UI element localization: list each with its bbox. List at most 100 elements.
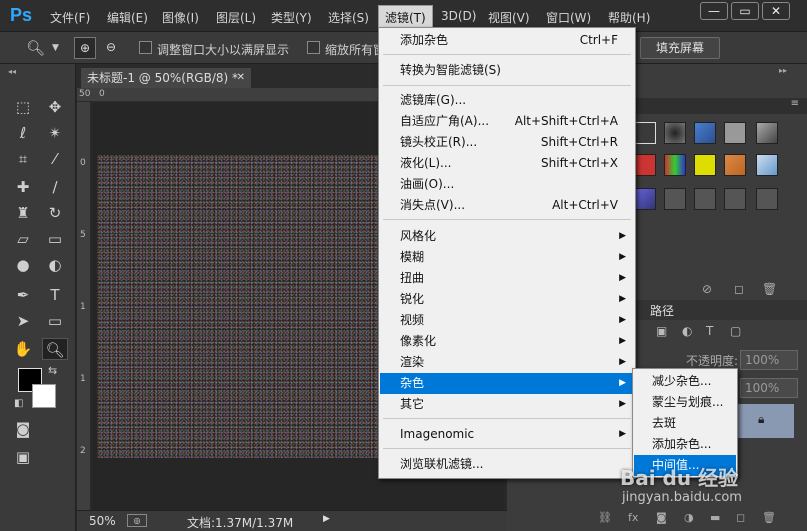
path-selection-tool-icon[interactable]: ➤ <box>10 310 36 332</box>
rectangle-tool-icon[interactable]: ▭ <box>42 310 68 332</box>
menu-layer[interactable]: 图层(L) <box>216 9 256 26</box>
status-preview-icon[interactable]: ◎ <box>127 514 147 527</box>
eyedropper-tool-icon[interactable]: ⁄ <box>42 148 68 170</box>
zoom-tool-selected-icon[interactable]: 🔍︎ <box>42 338 68 360</box>
expand-icon[interactable]: ▸▸ <box>779 66 787 75</box>
minimize-button[interactable]: — <box>700 2 728 20</box>
restore-button[interactable]: ▭ <box>731 2 759 20</box>
filter-imagenomic[interactable]: Imagenomic ▶ <box>380 424 634 445</box>
menu-view[interactable]: 视图(V) <box>488 9 530 26</box>
menu-3d[interactable]: 3D(D) <box>441 9 476 23</box>
gradient-tool-icon[interactable]: ▭ <box>42 228 68 250</box>
style-swatch[interactable] <box>756 154 778 176</box>
zoom-tool-icon[interactable]: 🔍︎ <box>26 39 45 57</box>
clone-stamp-tool-icon[interactable]: ♜ <box>10 202 36 224</box>
filter-video[interactable]: 视频 ▶ <box>380 310 634 331</box>
style-swatch[interactable] <box>756 122 778 144</box>
filter-last-add-noise[interactable]: 添加杂色 Ctrl+F <box>380 30 634 51</box>
healing-brush-tool-icon[interactable]: ✚ <box>10 176 36 198</box>
style-swatch[interactable] <box>634 122 656 144</box>
no-style-icon[interactable]: ⊘ <box>702 282 712 296</box>
filter-type-icon[interactable]: T <box>706 324 713 338</box>
filter-image-icon[interactable]: ▣ <box>656 324 667 338</box>
style-swatch[interactable] <box>756 188 778 210</box>
collapse-icon[interactable]: ◂◂ <box>8 67 16 76</box>
style-swatch[interactable] <box>724 154 746 176</box>
filter-distort[interactable]: 扭曲 ▶ <box>380 268 634 289</box>
pen-tool-icon[interactable]: ✒ <box>10 284 36 306</box>
new-group-icon[interactable]: ▬ <box>710 511 720 524</box>
menu-select[interactable]: 选择(S) <box>328 9 369 26</box>
zoom-all-checkbox[interactable] <box>307 41 320 54</box>
menu-file[interactable]: 文件(F) <box>50 9 90 26</box>
style-swatch[interactable] <box>664 188 686 210</box>
brush-tool-icon[interactable]: ∕ <box>42 176 68 198</box>
default-colors-icon[interactable]: ◧ <box>14 398 23 409</box>
dodge-tool-icon[interactable]: ◐ <box>42 254 68 276</box>
screen-mode-icon[interactable]: ▣ <box>10 446 36 468</box>
style-swatch[interactable] <box>634 154 656 176</box>
menu-window[interactable]: 窗口(W) <box>546 9 591 26</box>
move-tool-icon[interactable]: ✥ <box>42 96 68 118</box>
adjustment-layer-icon[interactable]: ◑ <box>684 511 694 524</box>
marquee-tool-icon[interactable]: ⬚ <box>10 96 36 118</box>
filter-other[interactable]: 其它 ▶ <box>380 394 634 415</box>
tab-paths[interactable]: 路径 <box>650 302 674 319</box>
swap-colors-icon[interactable]: ⇆ <box>48 364 57 377</box>
panel-menu-icon[interactable]: ≡ <box>791 98 799 109</box>
style-swatch[interactable] <box>694 154 716 176</box>
add-mask-icon[interactable]: ◙ <box>656 511 667 524</box>
noise-dust-scratches[interactable]: 蒙尘与划痕... <box>634 392 736 413</box>
fill-input[interactable]: 100% <box>740 378 798 398</box>
menu-type[interactable]: 类型(Y) <box>271 9 312 26</box>
style-swatch[interactable] <box>694 188 716 210</box>
noise-reduce[interactable]: 减少杂色... <box>634 371 736 392</box>
link-layers-icon[interactable]: ⛓ <box>598 511 612 524</box>
chevron-down-icon[interactable]: ▼ <box>52 43 59 53</box>
filter-vanishing-point[interactable]: 消失点(V)... Alt+Ctrl+V <box>380 195 634 216</box>
hand-tool-icon[interactable]: ✋ <box>10 338 36 360</box>
noise-add[interactable]: 添加杂色... <box>634 434 736 455</box>
filter-pixelate[interactable]: 像素化 ▶ <box>380 331 634 352</box>
type-tool-icon[interactable]: T <box>42 284 68 306</box>
fill-screen-button[interactable]: 填充屏幕 <box>640 37 720 59</box>
delete-layer-icon[interactable]: 🗑︎ <box>762 511 776 524</box>
filter-oil-paint[interactable]: 油画(O)... <box>380 174 634 195</box>
filter-liquify[interactable]: 液化(L)... Shift+Ctrl+X <box>380 153 634 174</box>
style-swatch[interactable] <box>664 154 686 176</box>
blur-tool-icon[interactable]: ● <box>10 254 36 276</box>
layer-row-selected[interactable]: 🔒︎ <box>738 404 794 438</box>
resize-window-checkbox[interactable] <box>139 41 152 54</box>
fx-icon[interactable]: fx <box>628 511 638 524</box>
crop-tool-icon[interactable]: ⌗ <box>10 148 36 170</box>
zoom-in-icon[interactable]: ⊕ <box>74 37 96 59</box>
filter-browse-online[interactable]: 浏览联机滤镜... <box>380 454 634 475</box>
lasso-tool-icon[interactable]: ℓ <box>10 122 36 144</box>
filter-shape-icon[interactable]: ▢ <box>730 324 741 338</box>
filter-gallery[interactable]: 滤镜库(G)... <box>380 90 634 111</box>
filter-blur[interactable]: 模糊 ▶ <box>380 247 634 268</box>
style-swatch[interactable] <box>724 188 746 210</box>
zoom-level[interactable]: 50% <box>89 514 116 528</box>
background-color-swatch[interactable] <box>32 384 56 408</box>
close-tab-icon[interactable]: ✕ <box>237 68 245 88</box>
opacity-input[interactable]: 100% <box>740 350 798 370</box>
menu-edit[interactable]: 编辑(E) <box>107 9 148 26</box>
filter-stylize[interactable]: 风格化 ▶ <box>380 226 634 247</box>
menu-help[interactable]: 帮助(H) <box>608 9 650 26</box>
eraser-tool-icon[interactable]: ▱ <box>10 228 36 250</box>
filter-convert-smart[interactable]: 转换为智能滤镜(S) <box>380 60 634 81</box>
filter-render[interactable]: 渲染 ▶ <box>380 352 634 373</box>
magic-wand-tool-icon[interactable]: ✴ <box>42 122 68 144</box>
filter-noise[interactable]: 杂色 ▶ <box>380 373 634 394</box>
filter-sharpen[interactable]: 锐化 ▶ <box>380 289 634 310</box>
style-swatch[interactable] <box>664 122 686 144</box>
style-swatch[interactable] <box>694 122 716 144</box>
trash-icon[interactable]: 🗑︎ <box>762 282 777 296</box>
status-menu-arrow-icon[interactable]: ▶ <box>323 514 330 524</box>
filter-lens-correction[interactable]: 镜头校正(R)... Shift+Ctrl+R <box>380 132 634 153</box>
document-tab[interactable]: 未标题-1 @ 50%(RGB/8) * ✕ <box>81 68 251 88</box>
filter-adjust-icon[interactable]: ◐ <box>682 324 692 338</box>
quick-mask-icon[interactable]: ◙ <box>10 418 36 440</box>
noise-despeckle[interactable]: 去斑 <box>634 413 736 434</box>
